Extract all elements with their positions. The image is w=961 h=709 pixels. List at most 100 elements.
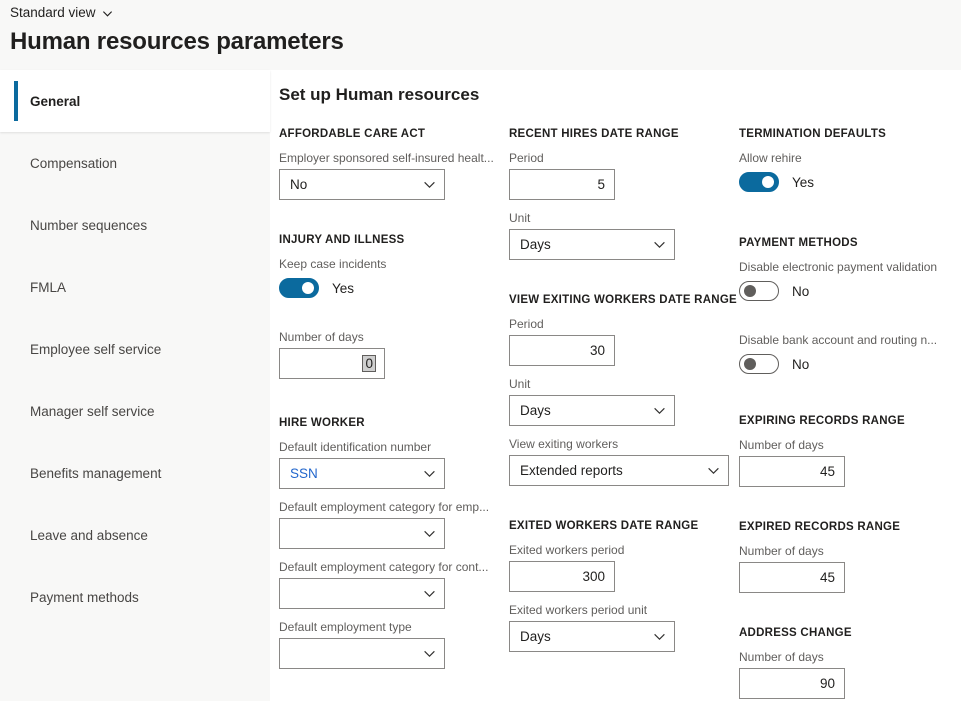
group-heading: ADDRESS CHANGE (739, 627, 957, 639)
sidebar-item-benefits-management[interactable]: Benefits management (0, 442, 270, 504)
field-label: Allow rehire (739, 150, 957, 166)
address-change-number-of-days-input[interactable]: 90 (739, 668, 845, 699)
chevron-down-icon (707, 464, 720, 477)
view-exiting-workers-select[interactable]: Extended reports (509, 455, 729, 486)
field-allow-rehire: Allow rehire Yes (739, 150, 957, 195)
sidebar-item-fmla[interactable]: FMLA (0, 256, 270, 318)
sidebar-item-label: Benefits management (30, 466, 161, 481)
exiting-workers-unit-select[interactable]: Days (509, 395, 675, 426)
field-label: Period (509, 150, 739, 166)
sidebar-item-label: FMLA (30, 280, 66, 295)
field-recent-hires-unit: Unit Days (509, 210, 739, 260)
column-2: RECENT HIRES DATE RANGE Period 5 Unit Da… (509, 128, 739, 662)
field-recent-hires-period: Period 5 (509, 150, 739, 200)
default-employment-type-select[interactable] (279, 638, 445, 669)
keep-case-incidents-toggle[interactable] (279, 278, 319, 298)
field-label: Employer sponsored self-insured healt... (279, 150, 505, 166)
sidebar-item-label: Number sequences (30, 218, 147, 233)
disable-bank-account-toggle-row: No (739, 351, 957, 377)
sidebar-item-compensation[interactable]: Compensation (0, 132, 270, 194)
field-exiting-workers-unit: Unit Days (509, 376, 739, 426)
group-heading: EXPIRING RECORDS RANGE (739, 415, 957, 427)
select-value: Days (520, 630, 551, 644)
group-heading: PAYMENT METHODS (739, 237, 957, 249)
sidebar: General Compensation Number sequences FM… (0, 70, 270, 701)
column-1: AFFORDABLE CARE ACT Employer sponsored s… (279, 128, 505, 679)
input-value: 90 (820, 677, 835, 691)
chevron-down-icon (423, 527, 436, 540)
group-heading: EXITED WORKERS DATE RANGE (509, 520, 739, 532)
injury-number-of-days-input[interactable]: 0 (279, 348, 385, 379)
sidebar-item-payment-methods[interactable]: Payment methods (0, 566, 270, 628)
field-disable-electronic-payment-validation: Disable electronic payment validation No (739, 259, 957, 304)
default-identification-number-select[interactable]: SSN (279, 458, 445, 489)
field-label: Number of days (739, 649, 957, 665)
group-expiring-records-range: EXPIRING RECORDS RANGE Number of days 45 (739, 415, 957, 487)
toggle-knob (302, 282, 314, 294)
default-employment-category-employee-select[interactable] (279, 518, 445, 549)
field-label: Number of days (279, 329, 505, 345)
chevron-down-icon (423, 467, 436, 480)
sidebar-item-label: Leave and absence (30, 528, 148, 543)
group-termination-defaults: TERMINATION DEFAULTS Allow rehire Yes (739, 128, 957, 195)
group-exited-workers-date-range: EXITED WORKERS DATE RANGE Exited workers… (509, 520, 739, 652)
exiting-workers-period-input[interactable]: 30 (509, 335, 615, 366)
toggle-state-label: Yes (792, 175, 814, 190)
chevron-down-icon (653, 630, 666, 643)
disable-electronic-payment-validation-toggle[interactable] (739, 281, 779, 301)
field-label: View exiting workers (509, 436, 739, 452)
field-label: Number of days (739, 543, 957, 559)
chevron-down-icon (653, 404, 666, 417)
input-value: 0 (363, 356, 375, 372)
disable-bank-account-toggle[interactable] (739, 354, 779, 374)
field-default-employment-category-contractor: Default employment category for cont... (279, 559, 505, 609)
input-value: 45 (820, 465, 835, 479)
field-view-exiting-workers: View exiting workers Extended reports (509, 436, 739, 486)
chevron-down-icon (653, 238, 666, 251)
toggle-state-label: No (792, 284, 809, 299)
recent-hires-period-input[interactable]: 5 (509, 169, 615, 200)
field-injury-number-of-days: Number of days 0 (279, 329, 505, 379)
sidebar-item-label: Employee self service (30, 342, 161, 357)
sidebar-item-manager-self-service[interactable]: Manager self service (0, 380, 270, 442)
input-value: 5 (597, 178, 605, 192)
field-label: Default employment type (279, 619, 505, 635)
field-exiting-workers-period: Period 30 (509, 316, 739, 366)
field-label: Unit (509, 210, 739, 226)
group-heading: RECENT HIRES DATE RANGE (509, 128, 739, 140)
sidebar-item-number-sequences[interactable]: Number sequences (0, 194, 270, 256)
allow-rehire-toggle[interactable] (739, 172, 779, 192)
sidebar-item-label: Payment methods (30, 590, 139, 605)
select-value: Days (520, 404, 551, 418)
field-default-employment-category-employee: Default employment category for emp... (279, 499, 505, 549)
sidebar-item-employee-self-service[interactable]: Employee self service (0, 318, 270, 380)
field-label: Exited workers period unit (509, 602, 739, 618)
column-3: TERMINATION DEFAULTS Allow rehire Yes PA… (739, 128, 957, 709)
view-selector-label: Standard view (10, 5, 96, 20)
sidebar-item-general[interactable]: General (0, 70, 270, 132)
field-label: Period (509, 316, 739, 332)
exited-workers-period-input[interactable]: 300 (509, 561, 615, 592)
default-employment-category-contractor-select[interactable] (279, 578, 445, 609)
chevron-down-icon (423, 178, 436, 191)
recent-hires-unit-select[interactable]: Days (509, 229, 675, 260)
expired-records-number-of-days-input[interactable]: 45 (739, 562, 845, 593)
group-heading: TERMINATION DEFAULTS (739, 128, 957, 140)
field-label: Default employment category for emp... (279, 499, 505, 515)
group-address-change: ADDRESS CHANGE Number of days 90 (739, 627, 957, 699)
input-value: 45 (820, 571, 835, 585)
exited-workers-period-unit-select[interactable]: Days (509, 621, 675, 652)
input-value: 300 (582, 570, 605, 584)
select-value: Extended reports (520, 464, 623, 478)
expiring-records-number-of-days-input[interactable]: 45 (739, 456, 845, 487)
field-label: Exited workers period (509, 542, 739, 558)
field-label: Default identification number (279, 439, 505, 455)
group-heading: INJURY AND ILLNESS (279, 234, 505, 246)
sidebar-item-leave-and-absence[interactable]: Leave and absence (0, 504, 270, 566)
group-expired-records-range: EXPIRED RECORDS RANGE Number of days 45 (739, 521, 957, 593)
field-expired-records-number-of-days: Number of days 45 (739, 543, 957, 593)
toggle-knob (762, 176, 774, 188)
view-selector[interactable]: Standard view (10, 5, 113, 20)
toggle-state-label: Yes (332, 281, 354, 296)
employer-sponsored-select[interactable]: No (279, 169, 445, 200)
